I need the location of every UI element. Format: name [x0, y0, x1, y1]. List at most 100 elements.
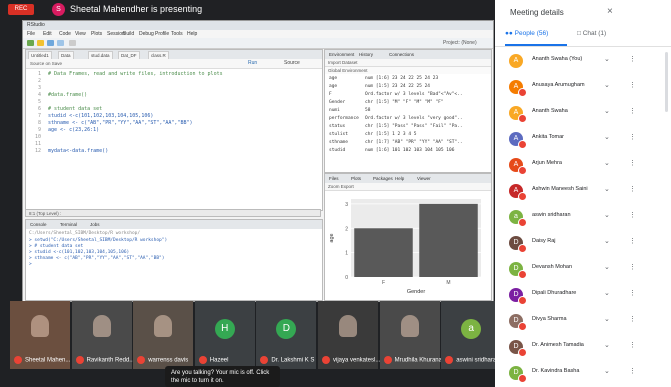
more-options-icon[interactable]: ⋮ — [629, 159, 636, 167]
menu-item-debug[interactable]: Debug — [139, 30, 154, 38]
environment-row[interactable]: age num [1:6] 23 24 22 25 24 23 — [325, 75, 491, 82]
chevron-down-icon[interactable]: ⌄ — [604, 185, 610, 193]
people-list-item[interactable]: A Ananth Swaha (You) ⌄ ⋮ — [505, 52, 655, 72]
participant-tile[interactable]: Mrudhila Khurana — [379, 301, 442, 369]
environment-row[interactable]: status chr [1:5] "Pass" "Pass" "Fail" "Pa… — [325, 123, 491, 130]
menu-item-edit[interactable]: Edit — [43, 30, 52, 38]
participant-tile[interactable]: warrenss davis — [133, 301, 194, 369]
menu-item-help[interactable]: Help — [187, 30, 197, 38]
chevron-down-icon[interactable]: ⌄ — [604, 315, 610, 323]
plots-tab[interactable]: Files — [329, 175, 339, 182]
more-options-icon[interactable]: ⋮ — [629, 81, 636, 89]
people-list-item[interactable]: A Ananth Swaha ⌄ ⋮ — [505, 104, 655, 124]
environment-row[interactable]: F Ord.factor w/ 3 levels "Bad"<"Av"<.. — [325, 91, 491, 98]
more-options-icon[interactable]: ⋮ — [629, 211, 636, 219]
environment-tab[interactable]: Environment — [329, 51, 354, 58]
run-button[interactable]: Run — [248, 60, 257, 67]
console-tab[interactable]: Terminal — [60, 221, 77, 228]
participant-tile[interactable]: Sheetal Mahen... — [10, 301, 70, 369]
chevron-down-icon[interactable]: ⌄ — [604, 133, 610, 141]
people-list-item[interactable]: D Dipali Dhuradhare ⌄ ⋮ — [505, 286, 655, 306]
people-list-item[interactable]: D Divya Sharma ⌄ ⋮ — [505, 312, 655, 332]
chevron-down-icon[interactable]: ⌄ — [604, 237, 610, 245]
people-list-scrollbar[interactable] — [665, 52, 668, 112]
save-all-icon[interactable] — [57, 40, 64, 46]
chevron-down-icon[interactable]: ⌄ — [604, 367, 610, 375]
code-area[interactable]: 1 # Data Frames, read and write files, in… — [26, 69, 322, 207]
participant-tile[interactable]: D Dr. Lakshmi K S — [256, 301, 317, 369]
plots-tab[interactable]: Viewer — [417, 175, 431, 182]
tab-people[interactable]: ●● People (56) — [505, 30, 548, 37]
plots-tab[interactable]: Help — [395, 175, 404, 182]
open-file-icon[interactable] — [37, 40, 44, 46]
menu-item-code[interactable]: Code — [59, 30, 71, 38]
environment-row[interactable]: performance Ord.factor w/ 3 levels "very … — [325, 115, 491, 122]
environment-tab[interactable]: History — [359, 51, 373, 58]
participant-name-tag: Sheetal Mahen... — [14, 356, 70, 365]
more-options-icon[interactable]: ⋮ — [629, 185, 636, 193]
more-options-icon[interactable]: ⋮ — [629, 341, 636, 349]
save-icon[interactable] — [47, 40, 54, 46]
participant-tile[interactable]: vijaya venkatesl... — [318, 301, 380, 369]
plots-toolbar[interactable]: Zoom Export — [325, 183, 491, 191]
chevron-down-icon[interactable]: ⌄ — [604, 159, 610, 167]
close-icon[interactable]: × — [607, 6, 613, 17]
print-icon[interactable] — [69, 40, 76, 46]
people-list-item[interactable]: A Ashwin Maneesh Saini ⌄ ⋮ — [505, 182, 655, 202]
menu-item-tools[interactable]: Tools — [171, 30, 183, 38]
menu-item-view[interactable]: View — [75, 30, 86, 38]
source-on-save-toggle[interactable]: Source on Save — [30, 60, 62, 67]
environment-row[interactable]: Gender chr [1:5] "M" "F" "M" "M" "F" — [325, 99, 491, 106]
tab-chat[interactable]: □ Chat (1) — [577, 30, 606, 37]
more-options-icon[interactable]: ⋮ — [629, 55, 636, 63]
source-button[interactable]: Source — [284, 60, 300, 67]
more-options-icon[interactable]: ⋮ — [629, 367, 636, 375]
plots-tab[interactable]: Packages — [373, 175, 393, 182]
menu-item-profile[interactable]: Profile — [155, 30, 169, 38]
people-list-item[interactable]: D Daisy Raj ⌄ ⋮ — [505, 234, 655, 254]
import-dataset-button[interactable]: Import Dataset — [325, 59, 491, 67]
chevron-down-icon[interactable]: ⌄ — [604, 289, 610, 297]
people-list-item[interactable]: A Anusaya Arumugham ⌄ ⋮ — [505, 78, 655, 98]
plots-tab[interactable]: Plots — [351, 175, 361, 182]
participant-name: Dr. Lakshmi K S — [271, 358, 315, 364]
chevron-down-icon[interactable]: ⌄ — [604, 81, 610, 89]
console-tab[interactable]: Jobs — [90, 221, 100, 228]
participant-tile[interactable]: H Hazeel — [194, 301, 255, 369]
menu-item-plots[interactable]: Plots — [91, 30, 102, 38]
chevron-down-icon[interactable]: ⌄ — [604, 55, 610, 63]
participant-tile[interactable]: a aswini sridharan — [441, 301, 502, 369]
more-options-icon[interactable]: ⋮ — [629, 315, 636, 323]
environment-row[interactable]: studid num [1:6] 101 102 103 104 105 106 — [325, 147, 491, 154]
console-pane[interactable]: Console Terminal Jobs C:/Users/Sheetal_SIB… — [25, 219, 323, 301]
environment-row[interactable]: sthname chr [1:7] "AB" "PR" "YY" "AA" "ST… — [325, 139, 491, 146]
more-options-icon[interactable]: ⋮ — [629, 133, 636, 141]
environment-row[interactable]: age num [1:5] 23 24 22 25 24 — [325, 83, 491, 90]
new-file-icon[interactable] — [27, 40, 34, 46]
more-options-icon[interactable]: ⋮ — [629, 289, 636, 297]
participant-tile[interactable]: Ravikanth Redd... — [71, 301, 134, 369]
people-list-item[interactable]: a aswin sridharan ⌄ ⋮ — [505, 208, 655, 228]
environment-row[interactable]: stulist chr [1:5] 1 2 3 4 5 — [325, 131, 491, 138]
participant-video — [339, 315, 357, 337]
people-list-item[interactable]: D Dr. Animesh Tamadia ⌄ ⋮ — [505, 338, 655, 358]
console-tab[interactable]: Console — [30, 221, 47, 228]
mic-off-icon — [322, 356, 330, 365]
more-options-icon[interactable]: ⋮ — [629, 263, 636, 271]
environment-tab[interactable]: Connections — [389, 51, 414, 58]
environment-row[interactable]: numi 58 — [325, 107, 491, 114]
menu-item-build[interactable]: Build — [123, 30, 134, 38]
global-environment-selector[interactable]: Global Environment — [325, 67, 491, 74]
more-options-icon[interactable]: ⋮ — [629, 107, 636, 115]
chevron-down-icon[interactable]: ⌄ — [604, 341, 610, 349]
chevron-down-icon[interactable]: ⌄ — [604, 107, 610, 115]
people-list-item[interactable]: D Dr. Kavindra Basha ⌄ ⋮ — [505, 364, 655, 384]
menu-item-file[interactable]: File — [27, 30, 35, 38]
chevron-down-icon[interactable]: ⌄ — [604, 211, 610, 219]
people-list-item[interactable]: A Arjun Mehra ⌄ ⋮ — [505, 156, 655, 176]
chevron-down-icon[interactable]: ⌄ — [604, 263, 610, 271]
more-options-icon[interactable]: ⋮ — [629, 237, 636, 245]
project-menu[interactable]: Project: (None) — [443, 39, 477, 47]
people-list-item[interactable]: D Devansh Mohan ⌄ ⋮ — [505, 260, 655, 280]
people-list-item[interactable]: A Ankita Tomar ⌄ ⋮ — [505, 130, 655, 150]
